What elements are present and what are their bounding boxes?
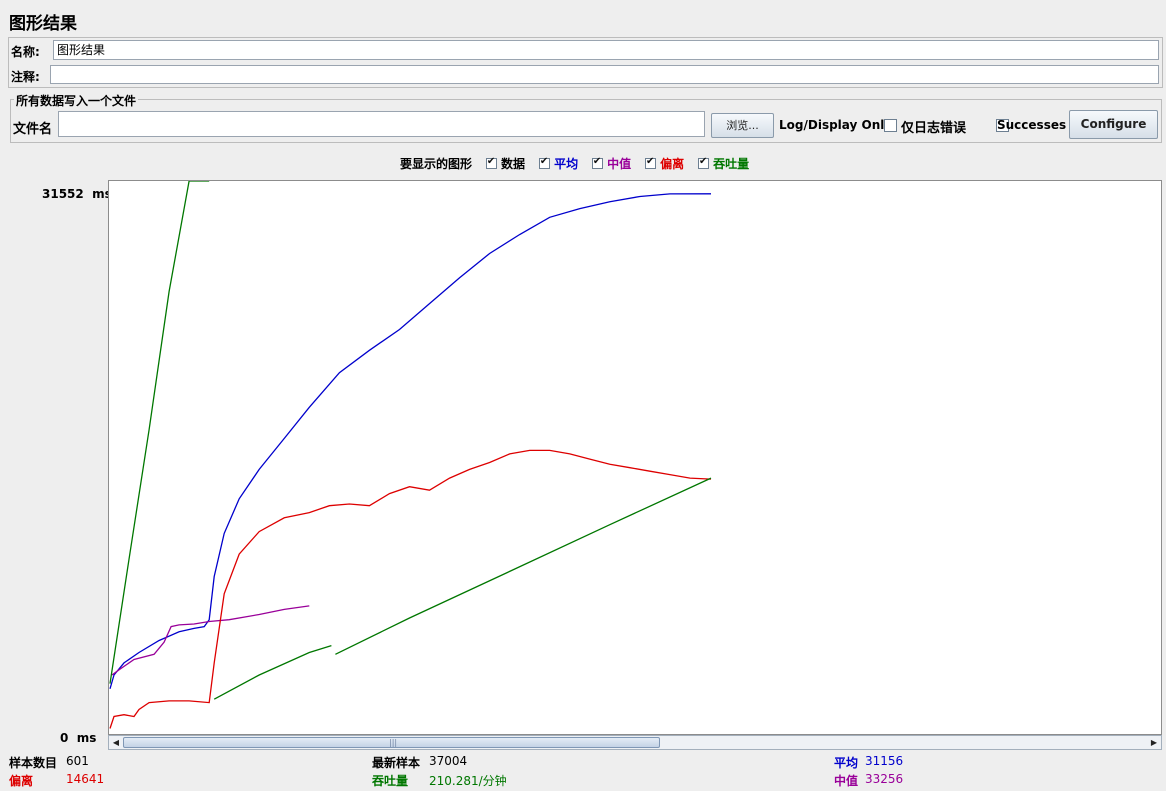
- deviation-stat-label: 偏离: [9, 774, 34, 788]
- display-options-label: 要显示的图形: [400, 157, 473, 171]
- throughput-stat-label: 吞吐量: [372, 774, 409, 788]
- median-option-label: 中值: [607, 157, 632, 171]
- configure-button[interactable]: Configure: [1069, 110, 1158, 139]
- display-option-average[interactable]: 平均: [538, 155, 579, 172]
- y-max-label: 31552 ms: [42, 187, 112, 201]
- series-line-1-segment-0: [111, 605, 310, 676]
- name-label: 名称:: [11, 45, 40, 59]
- throughput-stat-value: 210.281/分钟: [429, 774, 507, 788]
- throughput-option-label: 吞吐量: [713, 157, 750, 171]
- scroll-left-arrow-icon[interactable]: ◀: [110, 737, 122, 748]
- panel-title: 图形结果: [9, 14, 77, 34]
- filename-field[interactable]: [58, 111, 705, 137]
- latest-sample-value: 37004: [429, 754, 468, 768]
- median-checkbox[interactable]: [591, 156, 603, 169]
- deviation-option-label: 偏离: [660, 157, 685, 171]
- graph-plot-area: [108, 180, 1162, 735]
- display-options: 要显示的图形 数据 平均 中值 偏离 吞吐量: [400, 155, 759, 172]
- filename-label: 文件名: [13, 122, 53, 137]
- average-checkbox[interactable]: [538, 156, 550, 169]
- graph-chart: [109, 181, 712, 729]
- data-option-label: 数据: [501, 157, 526, 171]
- median-stat-value: 33256: [865, 772, 904, 786]
- median-stat-label: 中值: [834, 774, 859, 788]
- scroll-thumb[interactable]: |||: [123, 737, 660, 748]
- display-option-throughput[interactable]: 吞吐量: [697, 155, 750, 172]
- throughput-checkbox[interactable]: [697, 156, 709, 169]
- display-option-data[interactable]: 数据: [485, 155, 526, 172]
- name-field[interactable]: 图形结果: [53, 40, 1159, 60]
- browse-button[interactable]: 浏览...: [711, 113, 774, 138]
- successes-label: Successes: [997, 118, 1067, 132]
- deviation-stat-value: 14641: [66, 772, 105, 786]
- deviation-checkbox[interactable]: [644, 156, 656, 169]
- sample-count-label: 样本数目: [9, 756, 58, 770]
- errors-only-checkbox[interactable]: [884, 119, 897, 132]
- data-checkbox[interactable]: [485, 156, 497, 169]
- log-display-label: Log/Display Only:: [779, 118, 897, 132]
- series-line-0-segment-0: [109, 193, 712, 689]
- display-option-deviation[interactable]: 偏离: [644, 155, 685, 172]
- series-line-3-segment-0: [109, 181, 210, 684]
- average-option-label: 平均: [554, 157, 579, 171]
- display-option-median[interactable]: 中值: [591, 155, 632, 172]
- series-line-3-segment-2: [335, 477, 712, 655]
- series-line-2-segment-0: [109, 449, 712, 729]
- horizontal-scrollbar[interactable]: ◀ ||| ▶: [108, 735, 1162, 750]
- latest-sample-label: 最新样本: [372, 756, 421, 770]
- average-stat-value: 31156: [865, 754, 904, 768]
- errors-only-label: 仅日志错误: [901, 121, 967, 136]
- series-line-3-segment-1: [213, 644, 332, 700]
- file-group-title: 所有数据写入一个文件: [14, 92, 139, 109]
- sample-count-value: 601: [66, 754, 89, 768]
- y-min-label: 0 ms: [60, 731, 97, 745]
- scroll-right-arrow-icon[interactable]: ▶: [1148, 737, 1160, 748]
- comment-label: 注释:: [11, 70, 40, 84]
- average-stat-label: 平均: [834, 756, 859, 770]
- comment-field[interactable]: [50, 65, 1159, 84]
